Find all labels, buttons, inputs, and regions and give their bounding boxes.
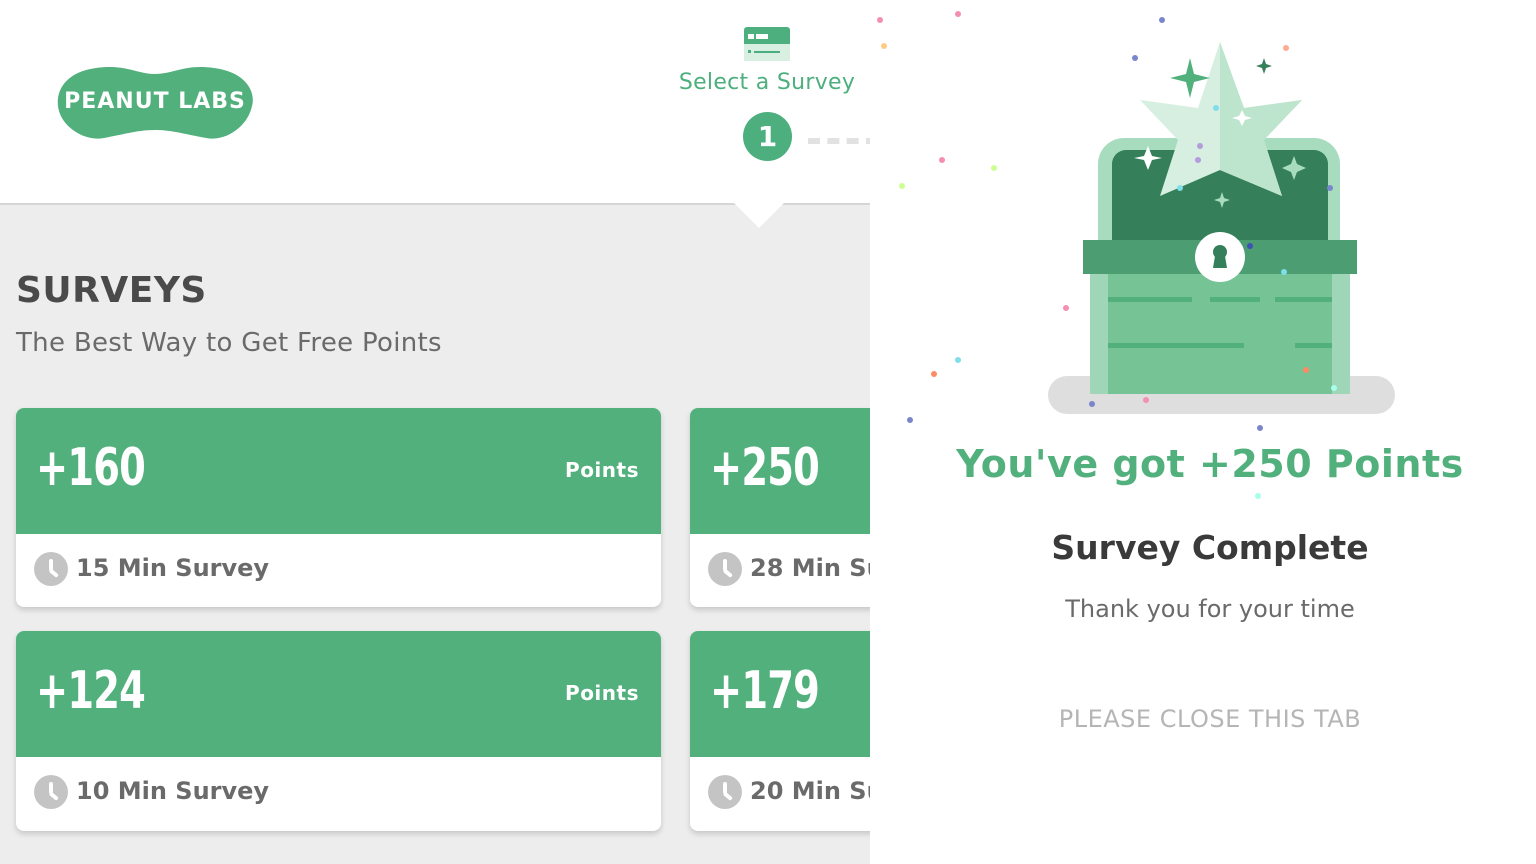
survey-duration: 15 Min Survey (76, 554, 270, 582)
survey-points: +250 (710, 438, 820, 498)
survey-card[interactable]: +160 Points 15 Min Survey (16, 408, 661, 607)
step-pointer (734, 203, 784, 228)
survey-card-icon (744, 27, 790, 61)
survey-points: +160 (36, 438, 146, 498)
close-tab-instruction: PLEASE CLOSE THIS TAB (1058, 705, 1362, 733)
survey-duration: 28 Min Su (750, 554, 870, 582)
clock-icon (34, 552, 68, 586)
survey-card[interactable]: +124 Points 10 Min Survey (16, 631, 661, 831)
survey-duration: 10 Min Survey (76, 777, 270, 805)
step-connector (808, 138, 870, 144)
reward-panel: You've got +250 Points Survey Complete T… (870, 0, 1536, 864)
survey-points: +179 (710, 661, 820, 721)
survey-card[interactable]: +179 20 Min Su (690, 631, 870, 831)
points-label: Points (565, 458, 639, 482)
page-title: SURVEYS (16, 270, 207, 311)
survey-card-header: +179 (690, 631, 870, 757)
clock-icon (34, 775, 68, 809)
survey-points: +124 (36, 661, 146, 721)
header: PEANUT LABS Select a Survey 1 (0, 0, 870, 205)
page-subtitle: The Best Way to Get Free Points (16, 328, 442, 358)
survey-card-header: +124 Points (16, 631, 661, 757)
reward-headline: You've got +250 Points (956, 442, 1464, 486)
survey-card[interactable]: +250 28 Min Su (690, 408, 870, 607)
reward-message: Thank you for your time (1065, 595, 1355, 623)
logo-text: PEANUT LABS (64, 89, 246, 114)
surveys-panel: PEANUT LABS Select a Survey 1 SURVEYS Th… (0, 0, 870, 864)
points-label: Points (565, 681, 639, 705)
clock-icon (708, 775, 742, 809)
survey-duration: 20 Min Su (750, 777, 870, 805)
step-label: Select a Survey (678, 70, 856, 95)
step-number-badge[interactable]: 1 (743, 112, 792, 161)
clock-icon (708, 552, 742, 586)
survey-card-header: +160 Points (16, 408, 661, 534)
survey-card-header: +250 (690, 408, 870, 534)
peanut-labs-logo[interactable]: PEANUT LABS (56, 64, 254, 142)
reward-status: Survey Complete (1051, 528, 1369, 567)
